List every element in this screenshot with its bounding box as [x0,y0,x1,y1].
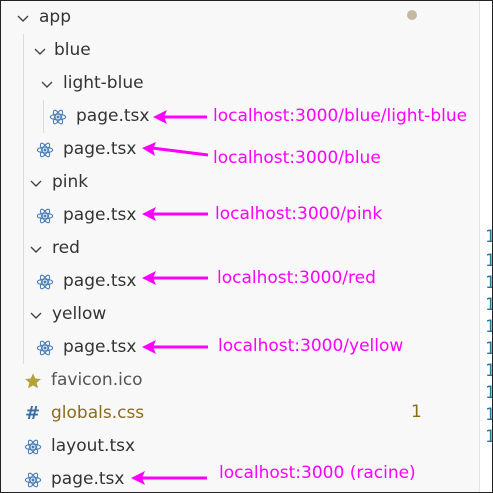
tree-file-favicon-ico[interactable]: favicon.ico [1,364,479,397]
tree-item-label: layout.tsx [51,436,136,456]
react-icon [36,339,54,357]
tree-item-label: page.tsx [76,106,150,126]
annotation-arrow [142,142,209,157]
route-annotation: localhost:3000/blue/light-blue [213,106,468,126]
line-number: 1 [485,339,492,359]
react-icon [36,207,54,225]
line-number: 1 [485,405,492,425]
line-number: 1 [485,317,492,337]
chevron-down-icon [28,241,44,257]
chevron-down-icon [39,76,55,92]
react-icon [36,141,54,159]
line-number: 1 [485,227,492,247]
route-annotation: localhost:3000/blue [213,148,381,168]
tree-file-layout-tsx[interactable]: layout.tsx [1,430,479,463]
tree-item-label: page.tsx [63,139,137,159]
tree-item-label: app [39,7,71,27]
tree-file-globals-css[interactable]: # globals.css [1,397,479,430]
line-number: 1 [485,273,492,293]
tree-folder-light-blue[interactable]: light-blue [1,67,479,100]
problem-count-badge: 1 [411,402,422,422]
tree-item-label: yellow [52,304,107,324]
route-annotation: localhost:3000/yellow [218,336,404,356]
tree-item-label: page.tsx [63,337,137,357]
chevron-down-icon [32,43,48,59]
annotation-arrow [153,110,207,124]
annotation-arrow [131,471,207,485]
tree-item-label: pink [52,172,89,192]
tree-item-label: favicon.ico [51,370,143,390]
annotation-arrow [142,207,208,221]
line-number: 1 [485,427,492,447]
tree-item-label: page.tsx [63,205,137,225]
annotation-arrow [142,340,208,354]
star-icon [24,372,42,390]
chevron-down-icon [15,10,31,26]
tree-item-label: page.tsx [63,271,137,291]
modified-dot-indicator [407,10,417,20]
route-annotation: localhost:3000/red [217,268,376,288]
tree-item-label: light-blue [63,73,144,93]
hash-icon: # [25,402,41,424]
line-number: 1 [485,251,492,271]
file-explorer: app blue light-blue page.tsx page.tsx pi… [1,1,479,492]
explorer-window: app blue light-blue page.tsx page.tsx pi… [0,0,493,493]
tree-folder-red[interactable]: red [1,232,479,265]
tree-item-label: page.tsx [51,469,125,489]
route-annotation: localhost:3000/pink [215,204,383,224]
tree-folder-pink[interactable]: pink [1,166,479,199]
chevron-down-icon [28,307,44,323]
react-icon [49,108,67,126]
route-annotation: localhost:3000 (racine) [219,463,416,483]
chevron-down-icon [28,175,44,191]
line-number: 1 [485,295,492,315]
tree-item-label: globals.css [51,403,145,423]
annotation-arrow [142,271,208,285]
react-icon [24,471,42,489]
line-number: 1 [485,383,492,403]
tree-item-label: blue [54,40,91,60]
tree-folder-blue[interactable]: blue [1,34,479,67]
tree-item-label: red [52,238,80,258]
line-number: 1 [485,361,492,381]
tree-folder-yellow[interactable]: yellow [1,298,479,331]
react-icon [24,438,42,456]
react-icon [36,273,54,291]
